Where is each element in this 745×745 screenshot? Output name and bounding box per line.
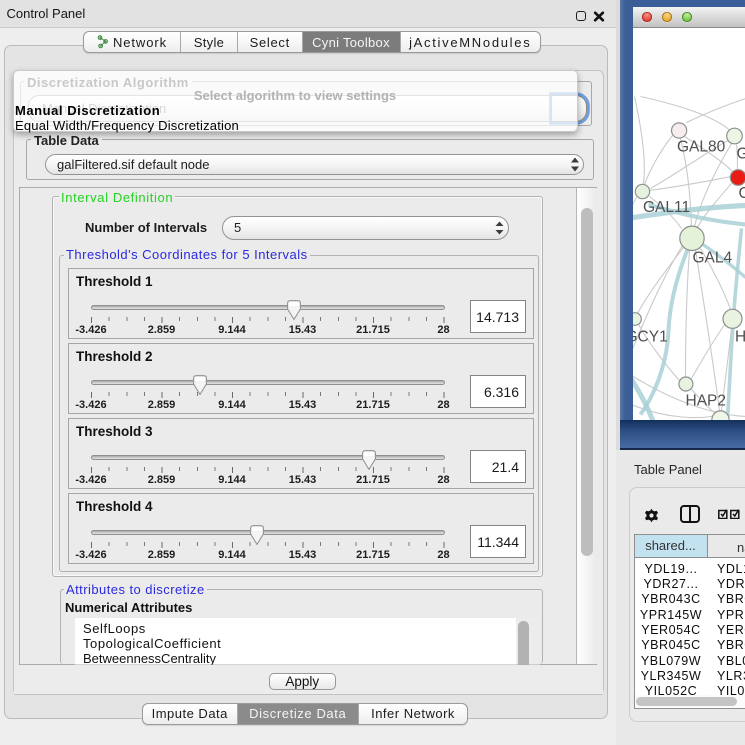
svg-text:GAL4: GAL4: [692, 249, 732, 266]
svg-text:GCY1: GCY1: [633, 328, 668, 345]
svg-text:HAP2: HAP2: [685, 392, 726, 409]
svg-text:GA: GA: [736, 145, 745, 162]
svg-text:GAL11: GAL11: [643, 199, 690, 216]
svg-text:HI: HI: [735, 328, 745, 345]
svg-text:GAL80: GAL80: [677, 138, 726, 155]
svg-text:C: C: [738, 185, 745, 202]
